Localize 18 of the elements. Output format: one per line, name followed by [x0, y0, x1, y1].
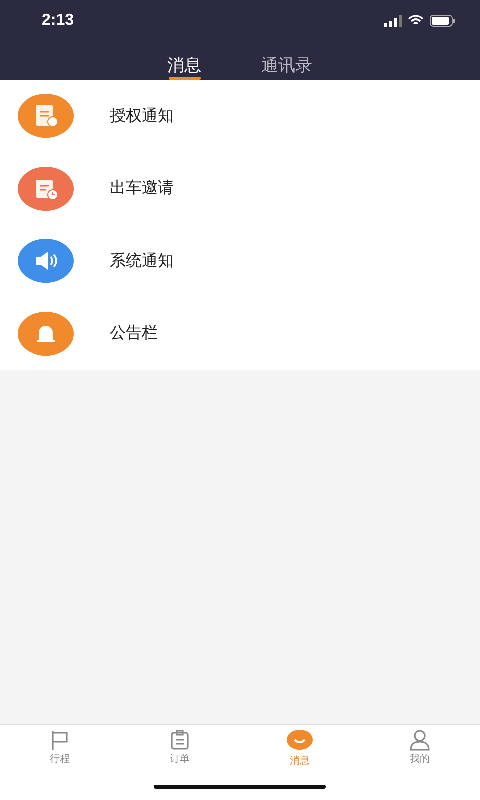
- category-title[interactable]: 出车邀请: [110, 178, 174, 200]
- status-time: 2:13: [42, 12, 74, 30]
- wifi-icon: [408, 15, 424, 27]
- person-icon: [409, 729, 431, 751]
- chat-bubble-icon: [286, 729, 314, 753]
- category-title[interactable]: 系统通知: [110, 250, 174, 272]
- signal-icon: [384, 15, 402, 27]
- flag-icon: [49, 729, 71, 751]
- nav-tab[interactable]: 行程: [0, 725, 120, 773]
- tab[interactable]: 通讯录: [262, 42, 312, 80]
- nav-tab[interactable]: 我的: [360, 725, 480, 773]
- clipboard-icon: [169, 729, 191, 751]
- battery-icon: [430, 15, 456, 27]
- category-title[interactable]: 授权通知: [110, 106, 174, 127]
- document-icon: [33, 103, 59, 130]
- nav-tab[interactable]: 订单: [120, 725, 240, 773]
- category-title[interactable]: 公告栏: [110, 323, 158, 344]
- tab[interactable]: 消息: [168, 42, 202, 80]
